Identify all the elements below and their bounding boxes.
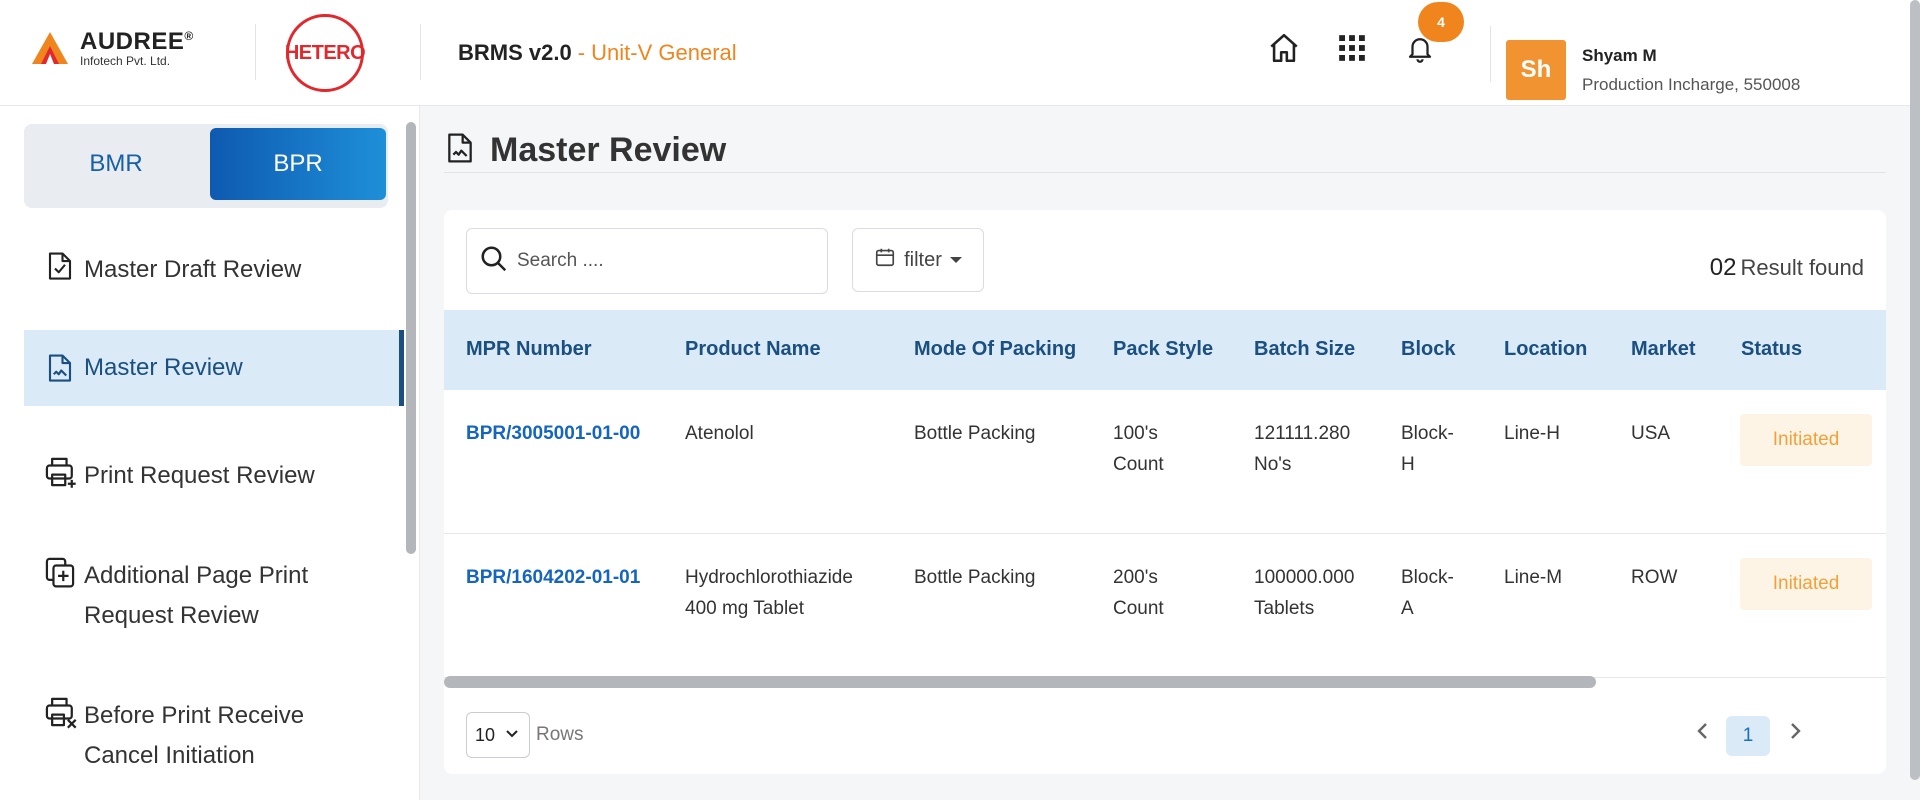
result-number: 02: [1709, 254, 1737, 281]
top-header: AUDREE® Infotech Pvt. Ltd. HETERO BRMS v…: [0, 0, 1920, 106]
user-name: Shyam M: [1582, 46, 1657, 65]
sidebar-item-label-line1: Before Print Receive: [84, 702, 305, 729]
mode-of-packing: Bottle Packing: [914, 423, 1036, 444]
heading-divider: [444, 172, 1886, 173]
home-icon[interactable]: [1266, 30, 1302, 66]
column-header[interactable]: Status: [1741, 338, 1802, 361]
pagination-prev-icon[interactable]: [1692, 720, 1714, 747]
result-count: 02 Result found: [1710, 254, 1864, 282]
sidebar-item-label: Additional Page Print Request Review: [84, 556, 308, 636]
product-name: Hydrochlorothiazide 400 mg Tablet: [685, 567, 853, 619]
column-header[interactable]: Mode Of Packing: [914, 338, 1076, 361]
search-icon: [479, 244, 509, 279]
app-name: BRMS v2.0: [458, 40, 572, 65]
table-row: BPR/3005001-01-00 Atenolol Bottle Packin…: [444, 390, 1886, 534]
column-header[interactable]: Location: [1504, 338, 1587, 361]
batch-size: 121111.280 No's: [1254, 423, 1351, 475]
column-header[interactable]: Pack Style: [1113, 338, 1213, 361]
search-input[interactable]: [517, 250, 807, 272]
sidebar-item-print-request-review[interactable]: Print Request Review: [24, 456, 404, 496]
printer-cancel-icon: [40, 692, 80, 732]
document-sign-icon: [444, 130, 476, 171]
location: Line-M: [1504, 567, 1563, 588]
toggle-bmr-button[interactable]: BMR: [28, 128, 204, 200]
document-check-icon: [40, 246, 80, 286]
product-name: Atenolol: [685, 423, 754, 444]
sidebar-item-label-line2: Request Review: [84, 602, 259, 629]
block: Block- A: [1401, 567, 1454, 619]
rows-label: Rows: [536, 724, 584, 745]
notification-count-badge[interactable]: 4: [1418, 2, 1464, 42]
page-heading: Master Review: [444, 130, 726, 171]
mpr-number-link[interactable]: BPR/1604202-01-01: [466, 562, 640, 593]
sidebar-item-label: Master Draft Review: [84, 256, 302, 283]
audree-logo-icon: [32, 32, 68, 64]
sidebar-item-label: Master Review: [84, 354, 243, 381]
page-add-icon: [40, 552, 80, 592]
rows-per-page-select[interactable]: 10: [466, 712, 530, 758]
registered-mark: ®: [184, 29, 194, 43]
location: Line-H: [1504, 423, 1560, 444]
user-role: Production Incharge, 550008: [1582, 75, 1801, 94]
hetero-logo-text: HETERO: [284, 41, 366, 64]
toggle-bpr-button[interactable]: BPR: [210, 128, 386, 200]
header-divider: [255, 24, 256, 80]
column-header[interactable]: MPR Number: [466, 338, 592, 361]
rows-per-page-value: 10: [475, 724, 496, 745]
table-row: BPR/1604202-01-01 Hydrochlorothiazide 400…: [444, 534, 1886, 678]
table-horizontal-scrollbar[interactable]: [444, 676, 1596, 688]
batch-size: 100000.000 Tablets: [1254, 567, 1355, 619]
mpr-number-link[interactable]: BPR/3005001-01-00: [466, 418, 640, 449]
filter-label: filter: [904, 248, 942, 271]
status-badge: Initiated: [1740, 558, 1872, 610]
market: ROW: [1631, 567, 1678, 588]
apps-grid-icon[interactable]: [1334, 30, 1370, 66]
sidebar-item-label: Print Request Review: [84, 462, 315, 489]
page-title: Master Review: [490, 131, 727, 169]
calendar-icon: [874, 246, 896, 274]
audree-subtitle: Infotech Pvt. Ltd.: [80, 54, 171, 68]
sidebar: BMR BPR Master Draft Review Master Revie…: [0, 106, 420, 800]
header-divider: [420, 24, 421, 80]
column-header[interactable]: Market: [1631, 338, 1695, 361]
result-text: Result found: [1740, 255, 1864, 280]
caret-down-icon: [949, 257, 962, 263]
unit-name: - Unit-V General: [577, 40, 737, 65]
search-box[interactable]: [466, 228, 828, 294]
table-card: filter 02Result found MPR Number Product…: [444, 210, 1886, 774]
table-header: MPR Number Product Name Mode Of Packing …: [444, 310, 1886, 390]
mode-of-packing: Bottle Packing: [914, 567, 1036, 588]
block: Block- H: [1401, 423, 1454, 475]
header-divider: [1490, 26, 1491, 82]
column-header[interactable]: Block: [1401, 338, 1455, 361]
sidebar-item-before-print-receive-cancel-initiation[interactable]: Before Print Receive Cancel Initiation: [24, 696, 404, 776]
filter-button[interactable]: filter: [852, 228, 984, 292]
page-scrollbar[interactable]: [1910, 0, 1920, 780]
pack-style: 200's Count: [1113, 567, 1164, 619]
market: USA: [1631, 423, 1671, 444]
pagination-next-icon[interactable]: [1784, 720, 1806, 747]
printer-plus-icon: [40, 452, 80, 492]
audree-name: AUDREE: [80, 28, 185, 55]
avatar[interactable]: Sh: [1506, 40, 1566, 100]
sidebar-item-label: Before Print Receive Cancel Initiation: [84, 696, 304, 776]
sidebar-item-label-line2: Cancel Initiation: [84, 742, 255, 769]
audree-logo: AUDREE® Infotech Pvt. Ltd.: [30, 28, 194, 68]
pack-style: 100's Count: [1113, 423, 1164, 475]
column-header[interactable]: Batch Size: [1254, 338, 1355, 361]
sidebar-item-label-line1: Additional Page Print: [84, 562, 309, 589]
sidebar-item-additional-page-print-request-review[interactable]: Additional Page Print Request Review: [24, 556, 404, 636]
pagination-page-button[interactable]: 1: [1726, 716, 1770, 756]
column-header[interactable]: Product Name: [685, 338, 821, 361]
hetero-logo: HETERO: [284, 14, 366, 92]
chevron-down-icon: [506, 730, 518, 738]
sidebar-item-master-draft-review[interactable]: Master Draft Review: [24, 250, 404, 290]
app-title: BRMS v2.0- Unit-V General: [458, 40, 737, 66]
sidebar-item-master-review[interactable]: Master Review: [24, 330, 404, 406]
status-badge: Initiated: [1740, 414, 1872, 466]
sidebar-scrollbar[interactable]: [406, 122, 416, 554]
bmr-bpr-toggle: BMR BPR: [24, 124, 388, 208]
document-sign-icon: [40, 348, 80, 388]
